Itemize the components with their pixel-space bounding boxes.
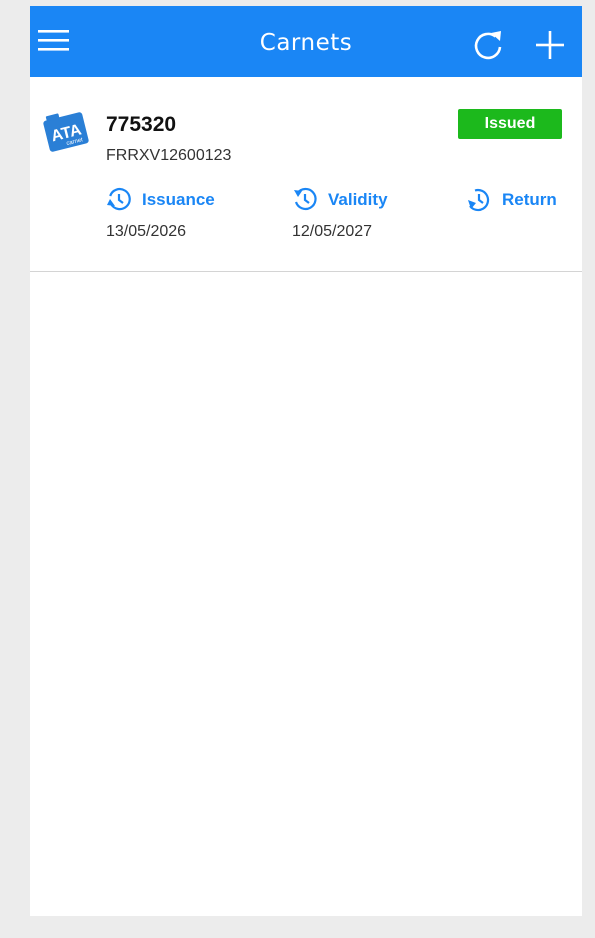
- app-bar: Carnets: [30, 6, 582, 77]
- carnet-number: 775320: [106, 113, 177, 136]
- status-badge: Issued: [458, 109, 562, 139]
- validity-label: Validity: [328, 190, 388, 209]
- app-screen: Carnets ATA carnet 775320 FRRXV12600123 …: [30, 6, 582, 916]
- validity-value: 12/05/2027: [292, 223, 373, 240]
- carnet-list-item[interactable]: ATA carnet 775320 FRRXV12600123 Issued I…: [30, 77, 582, 272]
- issuance-value: 13/05/2026: [106, 223, 187, 240]
- return-label: Return: [502, 190, 557, 209]
- validity-date: Validity 12/05/2027: [292, 187, 388, 241]
- issuance-label: Issuance: [142, 190, 215, 209]
- refresh-icon[interactable]: [471, 28, 505, 62]
- clock-icon: [107, 188, 131, 211]
- issuance-date: Issuance 13/05/2026: [106, 187, 215, 241]
- return-date: Return: [466, 187, 557, 223]
- clock-icon: [294, 187, 317, 211]
- ata-carnet-logo: ATA carnet: [43, 112, 89, 152]
- add-icon[interactable]: [535, 30, 565, 60]
- clock-icon: [468, 188, 490, 212]
- carnet-reference: FRRXV12600123: [106, 147, 232, 164]
